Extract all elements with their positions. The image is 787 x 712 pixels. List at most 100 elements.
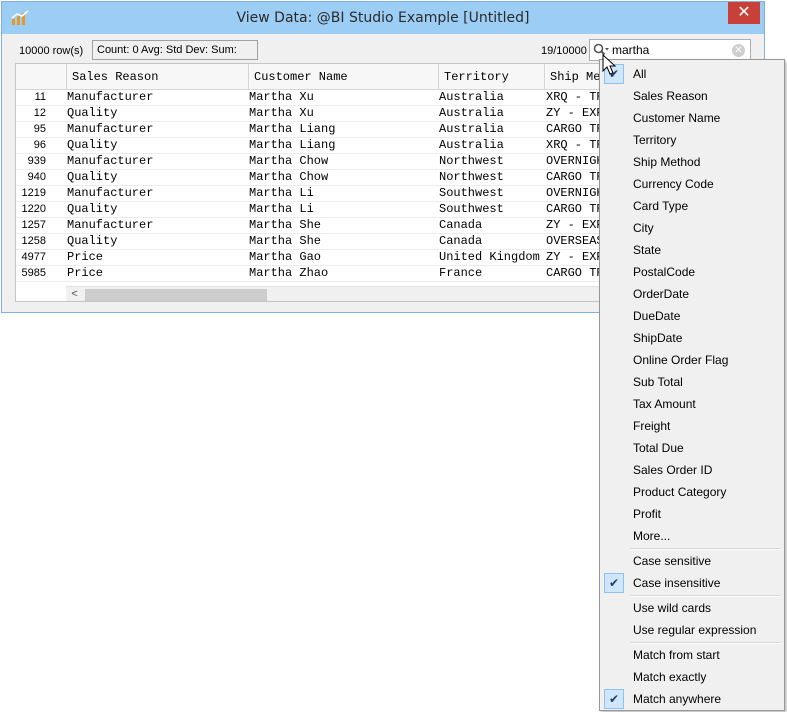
row-count: 10000 row(s): [19, 45, 84, 57]
menu-item-label: Match from start: [633, 648, 720, 662]
cell-territory: Southwest: [439, 186, 504, 200]
menu-item-online-order-flag[interactable]: Online Order Flag: [602, 349, 782, 371]
menu-item-total-due[interactable]: Total Due: [602, 437, 782, 459]
cell-territory: Australia: [439, 122, 504, 136]
window-title: View Data: @BI Studio Example [Untitled]: [236, 10, 530, 26]
cell-customer-name: Martha Chow: [249, 170, 329, 184]
menu-item-match-exactly[interactable]: Match exactly: [602, 666, 782, 688]
menu-item-label: More...: [633, 529, 671, 543]
menu-item-label: Case insensitive: [633, 576, 721, 590]
menu-item-shipdate[interactable]: ShipDate: [602, 327, 782, 349]
row-number: 12: [33, 107, 46, 119]
cell-customer-name: Martha Zhao: [249, 266, 329, 280]
mouse-cursor-icon: [602, 54, 617, 75]
search-input[interactable]: [612, 41, 722, 59]
column-header-customer-name[interactable]: Customer Name: [249, 64, 439, 90]
menu-item-card-type[interactable]: Card Type: [602, 195, 782, 217]
column-header-territory[interactable]: Territory: [439, 64, 545, 90]
stats-box: Count: 0 Avg: Std Dev: Sum:: [92, 40, 258, 60]
cell-sales-reason: Quality: [67, 170, 118, 184]
menu-item-use-regular-expression[interactable]: Use regular expression: [602, 619, 782, 641]
menu-item-duedate[interactable]: DueDate: [602, 305, 782, 327]
menu-item-postalcode[interactable]: PostalCode: [602, 261, 782, 283]
menu-item-profit[interactable]: Profit: [602, 503, 782, 525]
menu-item-currency-code[interactable]: Currency Code: [602, 173, 782, 195]
cell-sales-reason: Manufacturer: [67, 122, 154, 136]
cell-customer-name: Martha Liang: [249, 138, 336, 152]
row-number: 95: [33, 123, 46, 135]
cell-sales-reason: Quality: [67, 202, 118, 216]
menu-item-match-anywhere[interactable]: ✔ Match anywhere: [602, 688, 782, 710]
cell-customer-name: Martha Xu: [249, 106, 314, 120]
row-number: 96: [33, 139, 46, 151]
cell-territory: Northwest: [439, 170, 504, 184]
cell-customer-name: Martha She: [249, 218, 322, 232]
menu-item-label: Card Type: [633, 199, 689, 213]
cell-territory: Canada: [439, 234, 483, 248]
menu-item-label: Sales Order ID: [633, 463, 713, 477]
menu-item-label: State: [633, 243, 662, 257]
menu-item-case-insensitive[interactable]: ✔ Case insensitive: [602, 572, 782, 594]
title-bar[interactable]: View Data: @BI Studio Example [Untitled]…: [2, 2, 764, 34]
search-column-menu: ✔ All Sales Reason Customer Name Territory Sh…: [599, 59, 785, 711]
menu-item-label: OrderDate: [633, 287, 690, 301]
menu-item-label: Profit: [633, 507, 662, 521]
menu-item-freight[interactable]: Freight: [602, 415, 782, 437]
menu-item-sales-reason[interactable]: Sales Reason: [602, 85, 782, 107]
row-number: 1220: [21, 203, 46, 215]
row-number-header: [16, 64, 67, 90]
menu-item-customer-name[interactable]: Customer Name: [602, 107, 782, 129]
menu-item-orderdate[interactable]: OrderDate: [602, 283, 782, 305]
menu-item-state[interactable]: State: [602, 239, 782, 261]
menu-item-label: Sub Total: [633, 375, 683, 389]
column-header-sales-reason[interactable]: Sales Reason: [67, 64, 249, 90]
menu-item-label: City: [633, 221, 654, 235]
clear-search-icon[interactable]: ✕: [732, 44, 745, 57]
menu-item-label: Sales Reason: [633, 89, 708, 103]
menu-item-case-sensitive[interactable]: Case sensitive: [602, 550, 782, 572]
menu-item-label: Product Category: [633, 485, 727, 499]
row-number: 1258: [21, 235, 46, 247]
cell-sales-reason: Manufacturer: [67, 186, 154, 200]
menu-item-label: DueDate: [633, 309, 681, 323]
menu-item-label: Total Due: [633, 441, 684, 455]
menu-item-use-wild-cards[interactable]: Use wild cards: [602, 597, 782, 619]
cell-territory: Australia: [439, 90, 504, 104]
menu-item-more[interactable]: More...: [602, 525, 782, 547]
menu-item-label: Freight: [633, 419, 671, 433]
menu-item-all[interactable]: ✔ All: [602, 63, 782, 85]
cell-sales-reason: Manufacturer: [67, 218, 154, 232]
cell-territory: Southwest: [439, 202, 504, 216]
menu-item-label: Customer Name: [633, 111, 721, 125]
cell-sales-reason: Price: [67, 250, 104, 264]
row-number: 4977: [21, 251, 46, 263]
menu-item-label: ShipDate: [633, 331, 683, 345]
menu-item-tax-amount[interactable]: Tax Amount: [602, 393, 782, 415]
cell-territory: Northwest: [439, 154, 504, 168]
close-button[interactable]: ✕: [728, 2, 760, 24]
menu-item-sales-order-id[interactable]: Sales Order ID: [602, 459, 782, 481]
row-number: 939: [27, 155, 46, 167]
menu-item-label: Online Order Flag: [633, 353, 729, 367]
row-number: 1219: [21, 187, 46, 199]
menu-item-territory[interactable]: Territory: [602, 129, 782, 151]
menu-item-sub-total[interactable]: Sub Total: [602, 371, 782, 393]
menu-item-match-from-start[interactable]: Match from start: [602, 644, 782, 666]
menu-item-label: All: [633, 67, 647, 81]
menu-item-city[interactable]: City: [602, 217, 782, 239]
menu-item-product-category[interactable]: Product Category: [602, 481, 782, 503]
match-count: 19/10000: [541, 45, 587, 57]
cell-territory: Canada: [439, 218, 483, 232]
checkmark-icon: ✔: [604, 573, 624, 593]
cell-customer-name: Martha Chow: [249, 154, 329, 168]
menu-item-ship-method[interactable]: Ship Method: [602, 151, 782, 173]
checkmark-icon: ✔: [604, 689, 624, 709]
row-number: 11: [34, 91, 46, 103]
cell-customer-name: Martha She: [249, 234, 322, 248]
menu-item-label: PostalCode: [633, 265, 696, 279]
row-number: 5985: [21, 267, 46, 279]
scroll-thumb[interactable]: [85, 289, 267, 301]
scroll-left-arrow[interactable]: <: [66, 287, 83, 301]
row-number: 940: [27, 171, 46, 183]
cell-sales-reason: Quality: [67, 138, 118, 152]
